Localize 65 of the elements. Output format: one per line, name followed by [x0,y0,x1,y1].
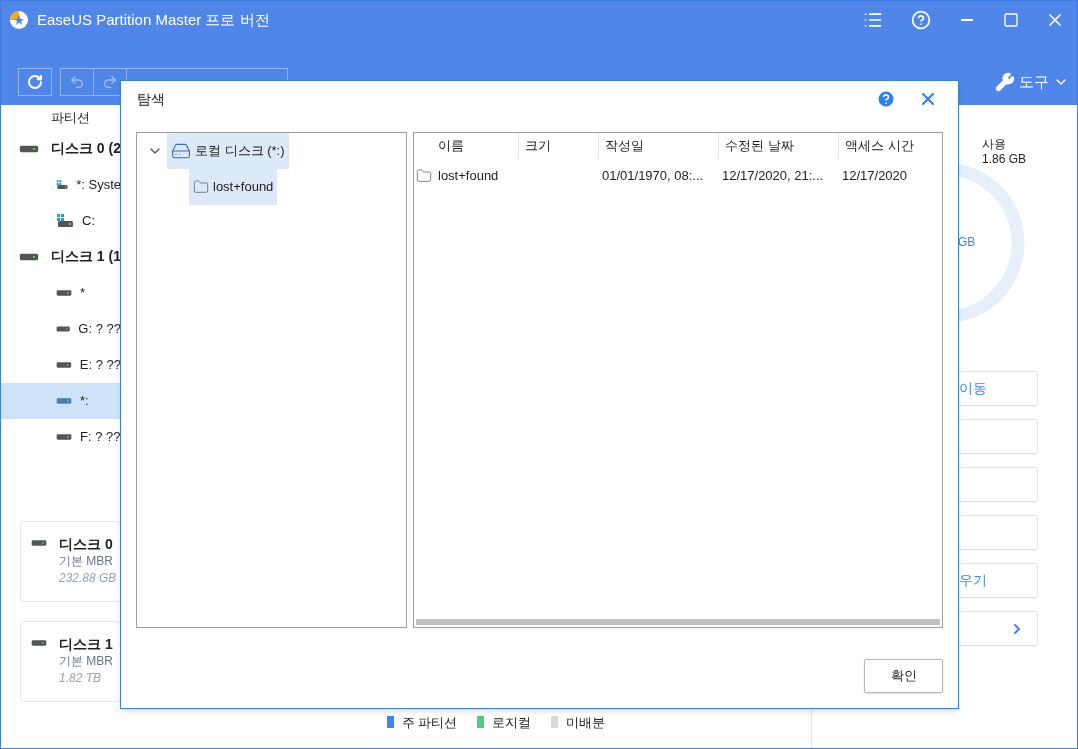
disk-name: 디스크 1 [59,635,113,653]
help-icon [876,89,896,109]
tools-menu[interactable]: 도구 [995,70,1069,94]
table-cell-text: 12/17/2020, 21:... [722,167,824,186]
drive-icon [19,143,39,154]
system-drive-icon [56,213,74,228]
column-header[interactable]: 액세스 시간 [838,133,942,159]
partition-item[interactable]: * [1,274,121,311]
column-header[interactable]: 이름 [414,133,518,159]
table-cell-text: lost+found [438,167,499,186]
legend-label: 미배분 [566,713,606,732]
window-title: EaseUS Partition Master 프로 버전 [37,9,270,30]
column-header[interactable]: 수정된 날짜 [718,133,838,159]
used-label: 사용 [982,137,1007,152]
maximize-icon [1003,12,1019,28]
tree-item[interactable]: lost+found [189,169,278,205]
ring-value: GB [958,234,976,251]
legend-label: 주 파티션 [401,713,458,732]
partition-item[interactable]: *: [1,382,121,419]
redo-icon [102,74,118,90]
disk-type: 기본 MBR [59,552,114,570]
drive-icon [56,288,72,297]
sidebar-heading: 파티션 [50,109,91,127]
column-header[interactable]: 작성일 [598,133,718,159]
partition-item[interactable]: C: [1,202,121,239]
drive-icon [19,251,39,262]
drive-icon [56,360,72,369]
column-header[interactable]: 크기 [518,133,598,159]
horizontal-scrollbar[interactable] [416,619,940,625]
help-button[interactable] [876,89,896,109]
disk-size: 1.82 TB [59,669,103,687]
partition-item[interactable]: *: Syste [1,166,121,203]
used-value: 1.86 GB [982,152,1027,167]
ok-button[interactable]: 확인 [864,659,943,693]
disk-name: 디스크 0 [59,535,114,553]
drive-icon [31,638,47,647]
system-drive-icon [56,177,69,192]
partition-item[interactable]: E: ? ?? [1,346,121,383]
refresh-button[interactable] [18,68,52,96]
table-cell-text: 12/17/2020 [842,167,908,186]
disk-size: 232.88 GB [59,569,117,587]
minimize-icon [961,19,973,21]
folder-icon [193,179,209,195]
help-icon [911,10,931,30]
refresh-icon [27,74,43,90]
legend-label: 로지컬 [492,713,532,732]
disk-type: 기본 MBR [59,652,113,670]
wrench-icon [995,72,1015,92]
table-cell-text: 01/01/1970, 08:... [602,167,704,186]
dialog-title: 탐색 [137,89,165,109]
menu-icon [863,10,883,30]
partition-item[interactable]: G: ? ?? [1,310,121,347]
disk-item[interactable]: 디스크 0 (2 [1,130,121,167]
partition-item[interactable]: F: ? ?? [1,418,121,455]
drive-icon [171,141,191,161]
undo-icon [69,74,85,90]
drive-icon [31,538,47,547]
disk-item[interactable]: 디스크 1 (1 [1,238,121,275]
drive-icon [56,396,72,405]
file-row[interactable]: lost+found 01/01/1970, 08:... 12/17/2020, 21:... 12/17/2020 [414,159,942,193]
app-logo [9,10,29,30]
drive-icon [56,324,71,333]
folder-icon [416,168,432,184]
tree-item[interactable]: 로컬 디스크 (*:) [167,133,289,169]
drive-icon [56,432,72,441]
